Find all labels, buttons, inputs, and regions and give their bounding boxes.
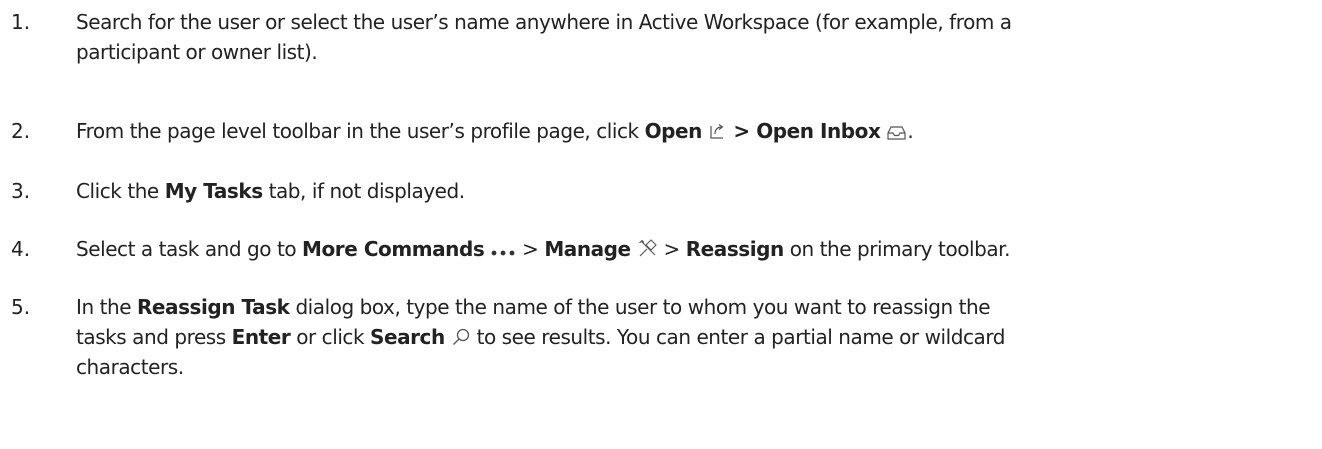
text-run: Click the — [76, 179, 165, 203]
separator: > — [516, 237, 545, 261]
step-text: In the Reassign Task dialog box, type th… — [76, 292, 1322, 382]
inbox-icon — [886, 124, 907, 141]
text-run: or click — [290, 325, 371, 349]
reassign-task-dialog-label: Reassign Task — [136, 295, 290, 319]
manage-icon — [637, 238, 658, 259]
step-text-line: participant or owner list). — [76, 40, 318, 64]
step-text-line: characters. — [76, 355, 184, 379]
open-icon — [708, 122, 727, 141]
step-number: 3. — [11, 179, 31, 203]
more-commands-icon — [490, 247, 516, 259]
step-number: 4. — [11, 237, 31, 261]
my-tasks-tab-label: My Tasks — [164, 179, 263, 203]
search-command-label: Search — [370, 325, 445, 349]
text-run: . — [907, 119, 914, 143]
separator: > — [726, 119, 757, 143]
step-text-line: tasks and press Enter or click Search to… — [76, 322, 1322, 352]
step-text: Click the My Tasks tab, if not displayed… — [76, 176, 1322, 206]
step-text: Select a task and go to More Commands > … — [76, 234, 1322, 264]
step-number: 2. — [11, 119, 31, 143]
text-run: on the primary toolbar. — [783, 237, 1011, 261]
text-run: In the — [76, 295, 137, 319]
text-run: to see results. You can enter a partial … — [470, 325, 1006, 349]
text-run: tab, if not displayed. — [262, 179, 466, 203]
text-run: dialog box, type the name of the user to… — [289, 295, 991, 319]
step-number: 1. — [11, 10, 31, 34]
step-text: Search for the user or select the user’s… — [76, 7, 1322, 67]
manage-command-label: Manage — [544, 237, 631, 261]
separator: > — [657, 237, 686, 261]
open-inbox-command-label: Open Inbox — [756, 119, 881, 143]
search-icon — [451, 327, 471, 347]
enter-key-label: Enter — [231, 325, 291, 349]
step-text-line: In the Reassign Task dialog box, type th… — [76, 292, 1322, 322]
step-text: From the page level toolbar in the user’… — [76, 116, 1322, 146]
text-run: From the page level toolbar in the user’… — [76, 119, 645, 143]
open-command-label: Open — [644, 119, 703, 143]
text-run: tasks and press — [76, 325, 232, 349]
more-commands-label: More Commands — [302, 237, 485, 261]
step-text-line: Search for the user or select the user’s… — [76, 10, 1012, 34]
reassign-command-label: Reassign — [685, 237, 785, 261]
step-number: 5. — [11, 295, 31, 319]
text-run: Select a task and go to — [76, 237, 303, 261]
